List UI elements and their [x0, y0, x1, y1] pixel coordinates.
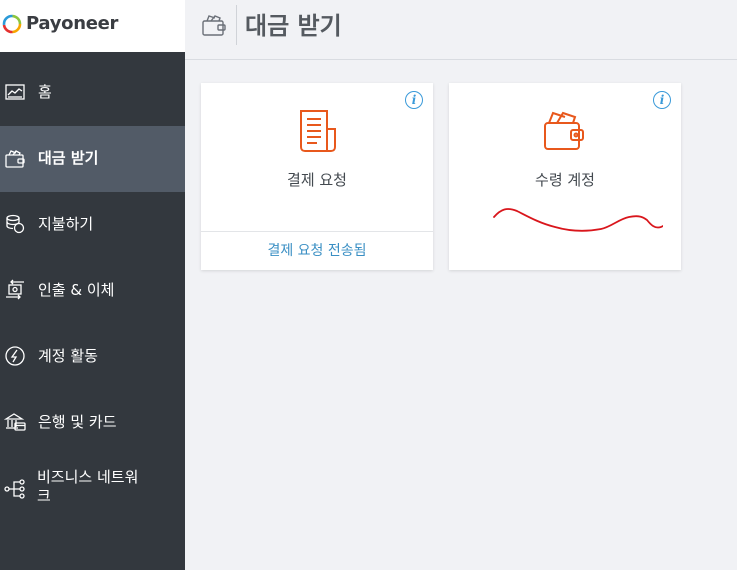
wallet-icon: [4, 148, 26, 170]
brand-name: Payoneer: [26, 13, 119, 34]
page-title: 대금 받기: [245, 12, 342, 40]
payment-requests-sent-link[interactable]: 결제 요청 전송됨: [201, 240, 433, 260]
sidebar-item-home[interactable]: 홈: [0, 66, 185, 118]
network-icon: [4, 478, 26, 500]
redaction-scribble: [493, 208, 663, 232]
info-icon[interactable]: i: [405, 91, 423, 109]
sidebar-item-label: 홈: [38, 83, 52, 101]
sidebar-item-label: 비즈니스 네트워 크: [37, 468, 139, 505]
card-title: 결제 요청: [287, 171, 347, 189]
activity-icon: [4, 345, 26, 367]
wallet-cards-icon: [544, 111, 584, 150]
sidebar: Payoneer 홈 대금 받기 지불하기 인출 & 이체 계정 활동 은행 및…: [0, 0, 185, 570]
sidebar-item-label: 대금 받기: [38, 149, 99, 167]
transfer-icon: [4, 279, 26, 301]
header-divider: [236, 5, 237, 45]
sidebar-item-business-network[interactable]: 비즈니스 네트워 크: [0, 460, 185, 516]
info-icon[interactable]: i: [653, 91, 671, 109]
sidebar-item-label: 은행 및 카드: [38, 413, 117, 431]
chart-icon: [4, 81, 26, 103]
invoice-icon: [300, 110, 336, 152]
card-divider: [201, 231, 433, 232]
wallet-icon: [202, 15, 226, 36]
page-header: 대금 받기: [185, 0, 737, 60]
card-title: 수령 계정: [535, 171, 595, 189]
sidebar-item-bank[interactable]: 은행 및 카드: [0, 396, 185, 448]
sidebar-item-receive[interactable]: 대금 받기: [0, 126, 185, 192]
coins-icon: [4, 213, 26, 235]
sidebar-item-withdraw[interactable]: 인출 & 이체: [0, 264, 185, 316]
logo[interactable]: Payoneer: [0, 0, 185, 52]
sidebar-item-label: 인출 & 이체: [38, 281, 115, 299]
sidebar-item-label: 지불하기: [38, 215, 94, 233]
payment-request-card[interactable]: i 결제 요청 결제 요청 전송됨: [201, 83, 433, 270]
bank-icon: [4, 411, 26, 433]
receiving-accounts-card[interactable]: i 수령 계정: [449, 83, 681, 270]
payoneer-logo-icon: [2, 14, 22, 34]
sidebar-item-label: 계정 활동: [38, 347, 98, 365]
sidebar-item-pay[interactable]: 지불하기: [0, 198, 185, 250]
sidebar-item-activity[interactable]: 계정 활동: [0, 330, 185, 382]
